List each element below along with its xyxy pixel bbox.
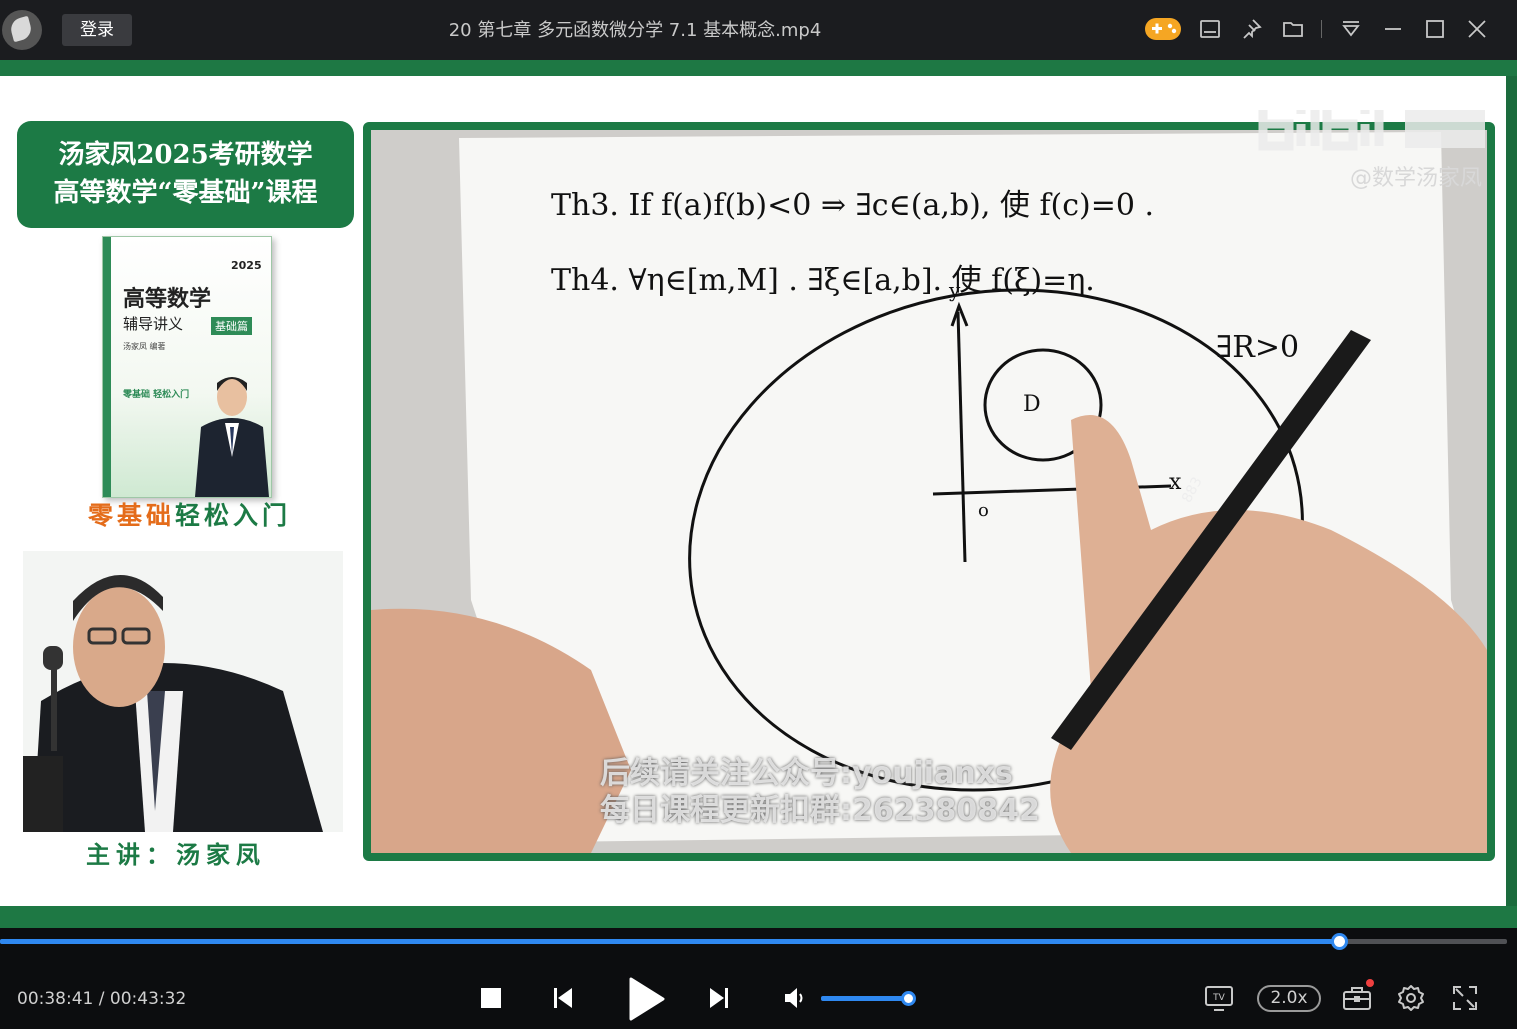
previous-button[interactable] bbox=[548, 983, 578, 1013]
control-bar: 00:38:41 / 00:43:32 TV 2.0x bbox=[0, 928, 1517, 1029]
course-title-line2: 高等数学“零基础”课程 bbox=[53, 178, 318, 208]
green-border-bottom bbox=[0, 906, 1517, 928]
fullscreen-button[interactable] bbox=[1450, 983, 1480, 1013]
window-title: 20 第七章 多元函数微分学 7.1 基本概念.mp4 bbox=[448, 20, 822, 41]
volume-button[interactable] bbox=[780, 983, 810, 1013]
book-tag: 基础篇 bbox=[211, 317, 252, 335]
time-display: 00:38:41 / 00:43:32 bbox=[17, 989, 186, 1009]
titlebar-divider bbox=[1321, 20, 1322, 38]
skip-forward-icon bbox=[710, 988, 728, 1008]
video-frame[interactable]: 汤家凤2025考研数学 高等数学“零基础”课程 2025 高等数学 辅导讲义 基… bbox=[0, 60, 1517, 928]
minimize-icon[interactable] bbox=[1379, 15, 1407, 43]
presenter-name: 主讲：汤家凤 bbox=[86, 840, 266, 869]
toolbox-button[interactable] bbox=[1341, 983, 1373, 1013]
watermark-line-1: 后续请关注公众号:youjianxs bbox=[600, 756, 1013, 791]
volume-slider[interactable] bbox=[821, 996, 909, 1001]
watermark-text: 后续请关注公众号:youjianxs 每日课程更新扣群:262380842 bbox=[600, 755, 1040, 829]
folder-icon[interactable] bbox=[1279, 15, 1307, 43]
maximize-icon[interactable] bbox=[1421, 15, 1449, 43]
login-button[interactable]: 登录 bbox=[62, 14, 132, 46]
total-time: 00:43:32 bbox=[109, 989, 187, 1009]
brand-handle: @数学汤家凤 bbox=[1350, 166, 1483, 191]
board-note: ∃R>0 bbox=[1216, 330, 1300, 365]
stop-button[interactable] bbox=[476, 983, 506, 1013]
play-button[interactable] bbox=[620, 974, 670, 1024]
fullscreen-icon bbox=[1453, 986, 1477, 1010]
svg-text:TV: TV bbox=[1212, 993, 1225, 1003]
dropdown-menu-icon[interactable] bbox=[1337, 15, 1365, 43]
speaker-icon bbox=[785, 988, 803, 1008]
volume-thumb[interactable] bbox=[901, 991, 916, 1006]
watermark-line-2: 每日课程更新扣群:262380842 bbox=[600, 793, 1040, 828]
gear-icon bbox=[1398, 985, 1424, 1011]
close-icon[interactable] bbox=[1463, 15, 1491, 43]
video-player-window: 登录 20 第七章 多元函数微分学 7.1 基本概念.mp4 汤家凤2025考研… bbox=[0, 0, 1517, 1029]
green-border-top bbox=[0, 60, 1517, 76]
book-author: 汤家凤 编著 bbox=[123, 342, 166, 351]
title-bar: 登录 20 第七章 多元函数微分学 7.1 基本概念.mp4 bbox=[0, 0, 1517, 60]
notification-dot bbox=[1366, 979, 1374, 987]
book-spine bbox=[103, 237, 111, 497]
whiteboard-video: Th3. If f(a)f(b)<0 ⇒ ∃c∈(a,b), 使 f(c)=0 … bbox=[371, 130, 1487, 853]
course-title-line1: 汤家凤2025考研数学 bbox=[58, 140, 313, 170]
playback-speed-button[interactable]: 2.0x bbox=[1257, 985, 1321, 1012]
presenter-camera bbox=[23, 551, 343, 832]
next-button[interactable] bbox=[704, 983, 734, 1013]
gamepad-icon[interactable] bbox=[1144, 15, 1182, 43]
board-origin: o bbox=[978, 500, 989, 521]
zero-basis-slogan: 零基础轻松入门 bbox=[88, 496, 318, 532]
book-slogan: 零基础 轻松入门 bbox=[123, 390, 190, 400]
current-time: 00:38:41 bbox=[17, 989, 94, 1009]
tv-cast-button[interactable]: TV bbox=[1203, 983, 1235, 1013]
board-line-2: Th4. ∀η∈[m,M] . ∃ξ∈[a,b]. 使 f(ξ)=η. bbox=[551, 263, 1095, 298]
bilibili-course-logo bbox=[1258, 110, 1485, 151]
board-axis-y: y bbox=[949, 278, 961, 302]
book-subtitle: 辅导讲义 bbox=[123, 315, 184, 333]
slogan-highlight: 零基础 bbox=[88, 501, 176, 530]
board-line-1: Th3. If f(a)f(b)<0 ⇒ ∃c∈(a,b), 使 f(c)=0 … bbox=[551, 188, 1155, 223]
progress-bar[interactable] bbox=[0, 933, 1507, 950]
subtitle-icon[interactable] bbox=[1196, 15, 1224, 43]
time-separator: / bbox=[98, 989, 110, 1009]
skip-back-icon bbox=[554, 988, 572, 1008]
pin-icon[interactable] bbox=[1237, 15, 1265, 43]
stop-icon bbox=[481, 988, 501, 1008]
progress-thumb[interactable] bbox=[1331, 933, 1349, 950]
course-title-banner: 汤家凤2025考研数学 高等数学“零基础”课程 bbox=[17, 121, 354, 228]
whiteboard-frame: Th3. If f(a)f(b)<0 ⇒ ∃c∈(a,b), 使 f(c)=0 … bbox=[363, 122, 1495, 861]
textbook-cover: 2025 高等数学 辅导讲义 基础篇 汤家凤 编著 零基础 轻松入门 bbox=[102, 236, 272, 498]
book-title: 高等数学 bbox=[123, 287, 212, 312]
board-region-label: D bbox=[1023, 392, 1041, 417]
author-photo bbox=[195, 377, 269, 497]
book-year: 2025 bbox=[231, 259, 262, 272]
progress-fill bbox=[0, 939, 1340, 944]
board-axis-x: x bbox=[1169, 470, 1182, 495]
tv-icon: TV bbox=[1205, 986, 1233, 1011]
slogan-rest: 轻松入门 bbox=[175, 501, 292, 530]
play-icon bbox=[629, 977, 665, 1021]
app-logo-icon[interactable] bbox=[2, 10, 42, 50]
toolbox-icon bbox=[1343, 987, 1371, 1010]
settings-button[interactable] bbox=[1395, 983, 1427, 1013]
